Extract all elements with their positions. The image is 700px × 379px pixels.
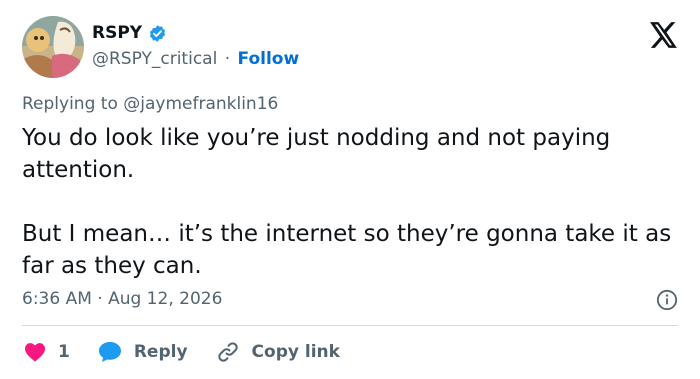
separator-dot: · — [224, 49, 231, 69]
name-row: RSPY — [92, 23, 167, 43]
copy-link-label: Copy link — [251, 342, 340, 362]
like-count: 1 — [58, 342, 70, 362]
reply-prefix: Replying to — [22, 94, 118, 114]
follow-button[interactable]: Follow — [238, 49, 300, 69]
x-logo-icon[interactable] — [650, 22, 678, 48]
display-name[interactable]: RSPY — [92, 23, 142, 43]
handle-row: @RSPY_critical · Follow — [92, 48, 299, 70]
user-handle[interactable]: @RSPY_critical — [92, 49, 217, 69]
like-button[interactable]: 1 — [24, 341, 70, 363]
tweet-timestamp[interactable]: 6:36 AM · Aug 12, 2026 — [22, 288, 222, 310]
chat-bubble-icon — [98, 342, 121, 362]
tweet-paragraph: But I mean… it’s the internet so they’re… — [22, 221, 672, 279]
reply-button[interactable]: Reply — [98, 341, 188, 363]
reply-label: Reply — [133, 342, 188, 362]
avatar-illustration-icon — [22, 16, 84, 78]
link-icon — [217, 342, 238, 362]
reply-mention-link[interactable]: @jaymefranklin16 — [123, 94, 278, 114]
tweet-paragraph: You do look like you’re just nodding and… — [22, 125, 611, 183]
heart-icon — [25, 343, 45, 362]
divider — [22, 325, 678, 326]
action-bar: 1 Reply Copy link — [24, 339, 340, 365]
copy-link-button[interactable]: Copy link — [216, 340, 340, 364]
replying-to: Replying to @jaymefranklin16 — [22, 93, 278, 115]
tweet-text: You do look like you’re just nodding and… — [22, 122, 682, 282]
verified-badge-icon — [148, 24, 167, 43]
info-icon[interactable] — [656, 289, 678, 311]
avatar[interactable] — [22, 16, 84, 78]
